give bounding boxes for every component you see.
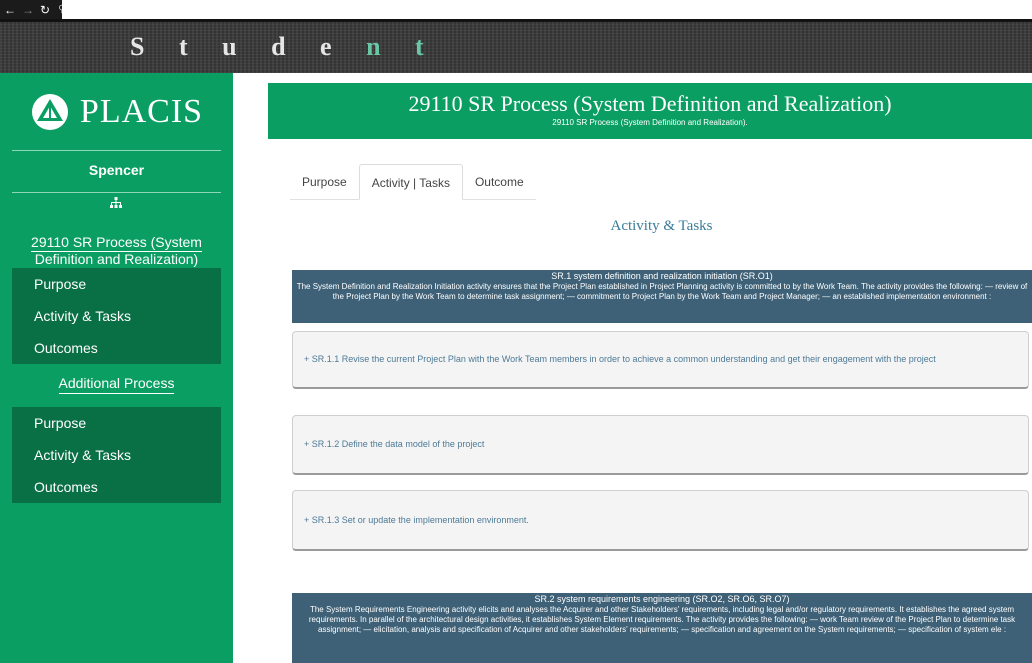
user-name[interactable]: Spencer — [0, 162, 233, 178]
activity-block-sr1: SR.1 system definition and realization i… — [292, 270, 1032, 323]
page-subtitle: 29110 SR Process (System Definition and … — [552, 118, 748, 127]
menu-item-purpose[interactable]: Purpose — [12, 407, 221, 439]
activity-title: SR.1 system definition and realization i… — [551, 271, 773, 281]
sidebar: PLACIS Spencer 29110 SR Process (System … — [0, 73, 233, 663]
browser-toolbar: ← → ↻ ⚲ — [0, 0, 1032, 19]
menu-item-outcomes[interactable]: Outcomes — [12, 332, 221, 364]
additional-menu: Purpose Activity & Tasks Outcomes — [12, 407, 221, 503]
logo-text: PLACIS — [79, 92, 204, 130]
additional-process-link[interactable]: Additional Process — [12, 375, 221, 394]
activity-description: The System Definition and Realization In… — [296, 282, 1028, 301]
placis-logo[interactable]: PLACIS — [0, 73, 233, 150]
section-heading: Activity & Tasks — [610, 218, 713, 234]
banner-title: S t u d e n t — [130, 32, 438, 62]
process-menu: Purpose Activity & Tasks Outcomes — [12, 268, 221, 364]
task-label[interactable]: + SR.1.3 Set or update the implementatio… — [304, 515, 529, 526]
tab-purpose[interactable]: Purpose — [290, 164, 359, 200]
activity-block-sr2: SR.2 system requirements engineering (SR… — [292, 593, 1032, 663]
student-banner: S t u d e n t — [0, 19, 1032, 73]
menu-item-outcomes[interactable]: Outcomes — [12, 471, 221, 503]
forward-arrow-icon[interactable]: → — [22, 3, 34, 17]
activity-title: SR.2 system requirements engineering (SR… — [534, 594, 790, 604]
banner-title-part1: S t u d e — [130, 32, 367, 61]
tab-outcome[interactable]: Outcome — [462, 164, 536, 200]
activity-description: The System Requirements Engineering acti… — [308, 605, 1016, 634]
task-label[interactable]: + SR.1.1 Revise the current Project Plan… — [304, 354, 936, 365]
process-link[interactable]: 29110 SR Process (System Definition and … — [10, 234, 223, 269]
menu-item-purpose[interactable]: Purpose — [12, 268, 221, 300]
tab-activity-tasks[interactable]: Activity | Tasks — [358, 164, 463, 200]
page-header: 29110 SR Process (System Definition and … — [268, 83, 1032, 139]
tab-bar: Purpose Activity | Tasks Outcome — [290, 164, 536, 200]
task-card-sr-1-3[interactable]: + SR.1.3 Set or update the implementatio… — [292, 490, 1029, 551]
placis-logo-icon — [31, 93, 68, 130]
sitemap-icon[interactable] — [110, 197, 122, 209]
task-card-sr-1-1[interactable]: + SR.1.1 Revise the current Project Plan… — [292, 331, 1029, 389]
task-label[interactable]: + SR.1.2 Define the data model of the pr… — [304, 439, 484, 450]
menu-item-activity-tasks[interactable]: Activity & Tasks — [12, 300, 221, 332]
divider — [12, 192, 221, 193]
back-arrow-icon[interactable]: ← — [4, 3, 16, 17]
divider — [12, 150, 221, 151]
additional-process-label: Additional Process — [58, 375, 175, 394]
page-title: 29110 SR Process (System Definition and … — [408, 91, 892, 116]
banner-title-part2: n t — [366, 32, 438, 61]
reload-icon[interactable]: ↻ — [40, 3, 50, 17]
task-card-sr-1-2[interactable]: + SR.1.2 Define the data model of the pr… — [292, 415, 1029, 475]
menu-item-activity-tasks[interactable]: Activity & Tasks — [12, 439, 221, 471]
address-bar[interactable] — [62, 0, 1032, 19]
process-link-label: 29110 SR Process (System Definition and … — [31, 234, 202, 269]
browser-nav: ← → ↻ ⚲ — [0, 0, 65, 19]
